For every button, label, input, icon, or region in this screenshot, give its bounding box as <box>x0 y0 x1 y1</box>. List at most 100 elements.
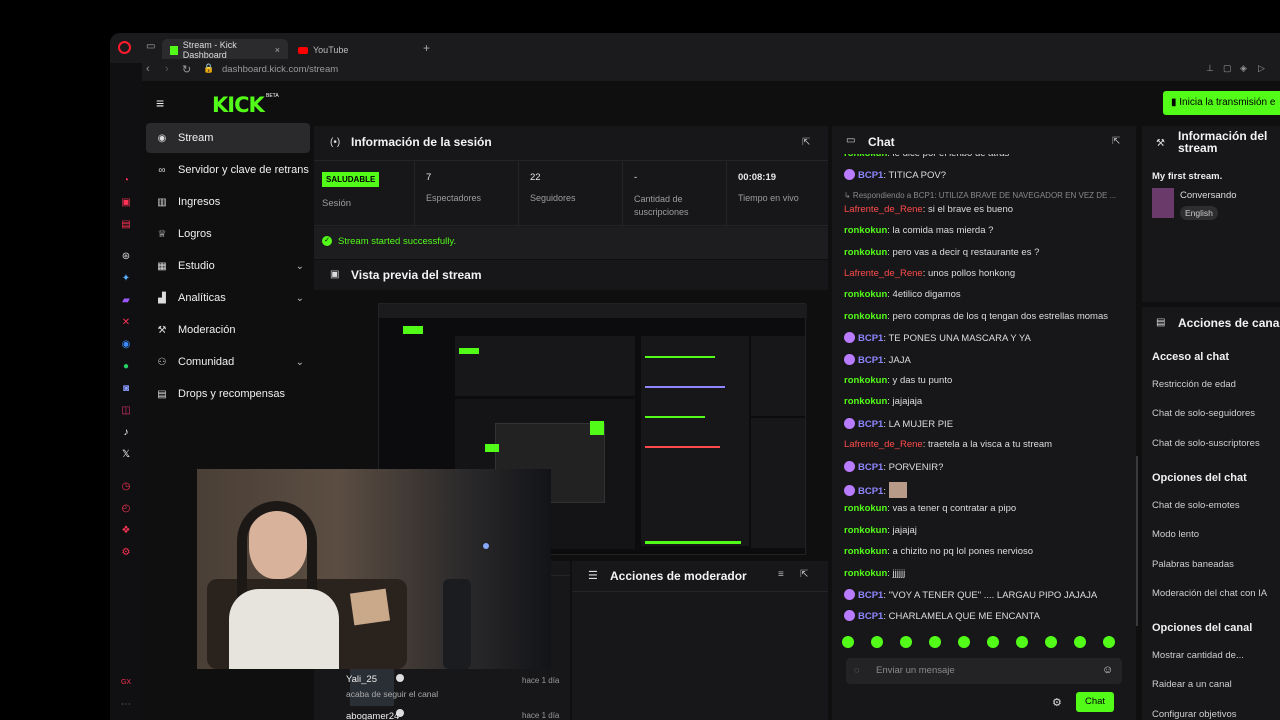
close-tab-icon[interactable]: × <box>275 45 280 55</box>
more-icon[interactable]: ⋯ <box>120 699 132 711</box>
discord-icon[interactable]: ◙ <box>120 383 132 395</box>
whatsapp-icon[interactable]: ● <box>120 361 132 373</box>
emote-icon[interactable] <box>1074 636 1086 648</box>
chat-username[interactable]: Lafrente_de_Rene <box>844 204 923 215</box>
tab-youtube[interactable]: YouTube <box>290 39 410 61</box>
aria-icon[interactable]: ✦ <box>120 273 132 285</box>
chat-message[interactable]: ronkokun: jjjjjj <box>844 568 905 579</box>
popout-icon[interactable]: ⇱ <box>1112 136 1120 147</box>
activity-user[interactable]: abogamer24 <box>346 711 399 720</box>
emote-icon[interactable] <box>929 636 941 648</box>
new-tab-icon[interactable]: + <box>423 41 430 55</box>
channel-action-item[interactable]: Mostrar cantidad de... <box>1152 650 1244 661</box>
channel-action-item[interactable]: Restricción de edad <box>1152 379 1236 390</box>
chat-username[interactable]: ronkokun <box>844 546 887 557</box>
sidebar-item-drops[interactable]: ▤ Drops y recompensas <box>146 379 310 409</box>
back-icon[interactable]: ‹ <box>146 63 150 75</box>
chat-username[interactable]: ronkokun <box>844 503 887 514</box>
send-chat-button[interactable]: Chat <box>1076 692 1114 712</box>
chat-message[interactable]: ronkokun: vas a tener q contratar a pipo <box>844 503 1016 514</box>
channel-action-item[interactable]: Chat de solo-emotes <box>1152 500 1240 511</box>
chat-username[interactable]: ronkokun <box>844 375 887 386</box>
chat-username[interactable]: ronkokun <box>844 289 887 300</box>
sidebar-item-comunidad[interactable]: ⚇ Comunidad ⌄ <box>146 347 310 377</box>
chat-message[interactable]: BCP1: "VOY A TENER QUE" .... LARGAU PIPO… <box>844 589 1097 601</box>
sidebar-item-estudio[interactable]: ▦ Estudio ⌄ <box>146 251 310 281</box>
chat-username[interactable]: BCP1 <box>858 486 883 497</box>
tools-icon[interactable]: ✕ <box>120 317 132 329</box>
chat-message[interactable]: ronkokun: y das tu punto <box>844 375 952 386</box>
emoji-icon[interactable]: ☺ <box>1102 664 1113 676</box>
emote-icon[interactable] <box>1103 636 1115 648</box>
chat-username[interactable]: BCP1 <box>858 419 883 430</box>
channel-action-item[interactable]: Chat de solo-suscriptores <box>1152 438 1260 449</box>
gx-icon[interactable]: GX <box>120 677 132 689</box>
x-icon[interactable]: 𝕏 <box>120 449 132 461</box>
chat-message[interactable]: ronkokun: 4etilico digamos <box>844 289 961 300</box>
sidebar-item-ingresos[interactable]: ▥ Ingresos <box>146 187 310 217</box>
chat-username[interactable]: BCP1 <box>858 333 883 344</box>
chat-username[interactable]: ronkokun <box>844 225 887 236</box>
emote-icon[interactable] <box>842 636 854 648</box>
chat-scrollbar[interactable] <box>1136 456 1138 626</box>
filter-icon[interactable]: ≡ <box>778 569 784 580</box>
channel-action-item[interactable]: Moderación del chat con IA <box>1152 588 1267 599</box>
popout-icon[interactable]: ⇱ <box>800 569 808 580</box>
chat-message[interactable]: Lafrente_de_Rene: si el brave es bueno <box>844 204 1013 215</box>
emote-icon[interactable] <box>987 636 999 648</box>
chat-messages[interactable]: ronkokun: le dice por el lenbo de atrasB… <box>844 154 1132 624</box>
gear-icon[interactable]: ⚙ <box>1052 696 1062 709</box>
chat-username[interactable]: ronkokun <box>844 396 887 407</box>
emote-icon[interactable] <box>900 636 912 648</box>
chat-message[interactable]: ronkokun: jajajaj <box>844 525 917 536</box>
activity-icon[interactable]: ◔ <box>120 175 132 187</box>
chat-message[interactable]: BCP1: TE PONES UNA MASCARA Y YA <box>844 332 1031 344</box>
sidebar-item-analiticas[interactable]: ▟ Analíticas ⌄ <box>146 283 310 313</box>
chat-message[interactable]: BCP1: PORVENIR? <box>844 460 943 473</box>
chat-username[interactable]: Lafrente_de_Rene <box>844 439 923 450</box>
send-icon[interactable]: ▷ <box>1258 63 1265 74</box>
emote-icon[interactable] <box>958 636 970 648</box>
chat-username[interactable]: BCP1 <box>858 462 883 473</box>
chat-username[interactable]: BCP1 <box>858 590 883 601</box>
chat-message[interactable]: ronkokun: la comida mas mierda ? <box>844 225 993 236</box>
chat-message[interactable]: ronkokun: a chizito no pq lol pones nerv… <box>844 546 1033 557</box>
channel-action-item[interactable]: Modo lento <box>1152 529 1199 540</box>
emote-icon[interactable] <box>871 636 883 648</box>
tiktok-icon[interactable]: ♪ <box>120 427 132 439</box>
popout-icon[interactable]: ⇱ <box>802 137 810 148</box>
tab-kick-dashboard[interactable]: Stream - Kick Dashboard × <box>162 39 288 61</box>
twitch-icon[interactable]: ▰ <box>120 295 132 307</box>
shield-icon[interactable]: ◈ <box>1240 63 1247 74</box>
chat-message[interactable]: BCP1: JAJA <box>844 353 911 366</box>
channel-action-item[interactable]: Chat de solo-seguidores <box>1152 408 1255 419</box>
chat-username[interactable]: ronkokun <box>844 568 887 579</box>
instagram-icon[interactable]: ◫ <box>120 405 132 417</box>
chat-message[interactable]: ronkokun: jajajaja <box>844 396 922 407</box>
emote-icon[interactable] <box>1045 636 1057 648</box>
chat-username[interactable]: ronkokun <box>844 311 887 322</box>
settings-icon[interactable]: ⚙ <box>120 547 132 559</box>
sidebar-item-server-key[interactable]: ∞ Servidor y clave de retrans <box>146 155 316 185</box>
chat-username[interactable]: BCP1 <box>858 355 883 366</box>
shop-icon[interactable]: ▤ <box>120 219 132 231</box>
chat-username[interactable]: ronkokun <box>844 154 887 159</box>
hamburger-menu-icon[interactable]: ≡ <box>156 95 164 111</box>
chat-username[interactable]: ronkokun <box>844 247 887 258</box>
extensions-icon[interactable]: ❖ <box>120 525 132 537</box>
chat-message[interactable]: BCP1: <box>844 482 907 498</box>
opera-logo-icon[interactable] <box>118 41 131 54</box>
chat-message[interactable]: BCP1: LA MUJER PIE <box>844 417 953 430</box>
sidebar-item-stream[interactable]: ◉ Stream <box>146 123 310 153</box>
emote-icon[interactable] <box>1016 636 1028 648</box>
messenger-icon[interactable]: ◉ <box>120 339 132 351</box>
camera-icon[interactable]: ▣ <box>120 197 132 209</box>
sidebar-item-logros[interactable]: ♕ Logros <box>146 219 310 249</box>
snapshot-icon[interactable]: ▢ <box>1223 63 1232 74</box>
chat-message[interactable]: ronkokun: pero vas a decir q restaurante… <box>844 247 1039 258</box>
url-field[interactable]: dashboard.kick.com/stream <box>222 64 338 75</box>
chat-message[interactable]: ronkokun: pero compras de los q tengan d… <box>844 311 1108 322</box>
chat-message[interactable]: BCP1: TITICA POV? <box>844 169 946 181</box>
forward-icon[interactable]: › <box>165 63 169 75</box>
start-stream-button[interactable]: ▮ Inicia la transmisión e <box>1163 91 1280 115</box>
